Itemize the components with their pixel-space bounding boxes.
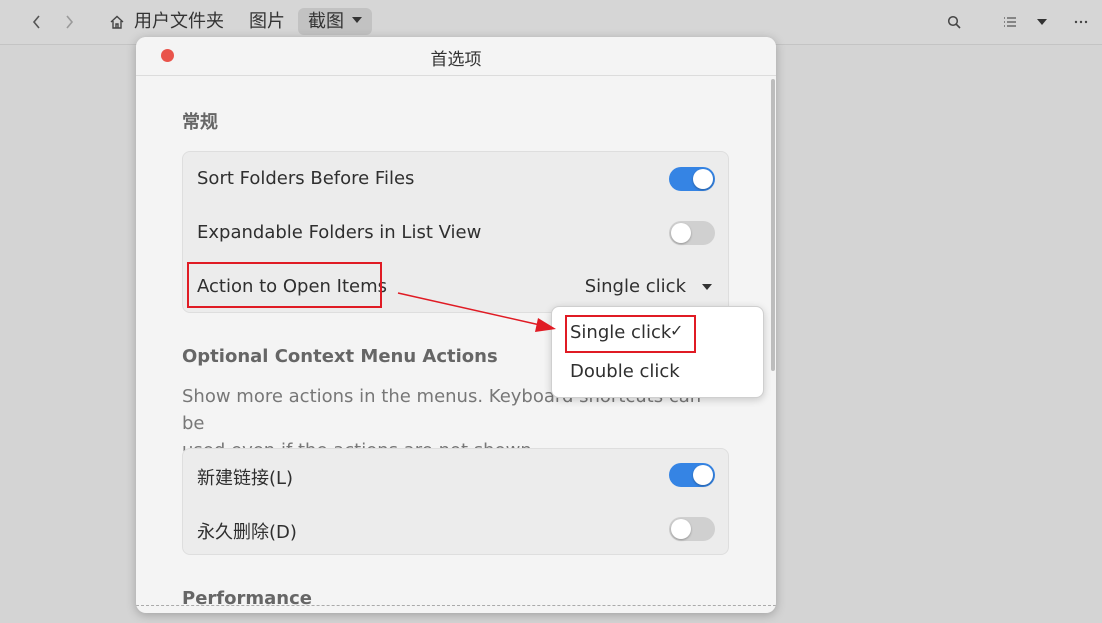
open-action-dropdown[interactable]: Single click — [585, 276, 686, 297]
breadcrumb-screenshots-label: 截图 — [308, 11, 344, 32]
permanent-delete-toggle[interactable] — [669, 517, 715, 541]
breadcrumb-home[interactable]: 用户文件夹 — [134, 8, 224, 35]
back-button[interactable] — [26, 11, 48, 33]
context-menu-section-title: Optional Context Menu Actions — [182, 346, 498, 367]
home-icon — [110, 15, 124, 29]
option-double-click[interactable]: Double click — [570, 361, 680, 382]
forward-button[interactable] — [58, 11, 80, 33]
highlight-open-action-label — [187, 262, 382, 308]
more-icon — [1074, 20, 1088, 24]
new-link-label: 新建链接(L) — [197, 468, 294, 489]
highlight-single-click-option — [565, 315, 696, 353]
chevron-down-icon — [1037, 19, 1047, 25]
more-menu-button[interactable] — [1070, 11, 1092, 33]
sort-folders-label: Sort Folders Before Files — [197, 168, 415, 189]
toggle-knob — [671, 223, 691, 243]
dialog-header: 首选项 — [136, 37, 776, 76]
view-menu-button[interactable] — [1031, 11, 1053, 33]
permanent-delete-label: 永久删除(D) — [197, 522, 297, 543]
chevron-left-icon — [32, 15, 40, 29]
scrollbar[interactable] — [771, 79, 775, 371]
home-button[interactable] — [106, 11, 128, 33]
toggle-knob — [671, 519, 691, 539]
search-icon — [947, 15, 961, 29]
chevron-down-icon — [352, 17, 362, 23]
view-toggle-button[interactable] — [999, 11, 1021, 33]
dialog-title: 首选项 — [430, 50, 482, 70]
search-button[interactable] — [943, 11, 965, 33]
expandable-folders-label: Expandable Folders in List View — [197, 222, 482, 243]
toggle-knob — [693, 169, 713, 189]
general-section-title: 常规 — [182, 112, 218, 133]
chevron-right-icon — [66, 15, 74, 29]
sort-folders-toggle[interactable] — [669, 167, 715, 191]
chevron-down-icon[interactable] — [702, 284, 712, 290]
new-link-toggle[interactable] — [669, 463, 715, 487]
dialog-bottom-edge — [136, 605, 776, 606]
expandable-folders-toggle[interactable] — [669, 221, 715, 245]
context-menu-card: 新建链接(L) 永久删除(D) — [182, 448, 729, 555]
breadcrumb-pictures[interactable]: 图片 — [249, 8, 285, 35]
toggle-knob — [693, 465, 713, 485]
breadcrumb-screenshots[interactable]: 截图 — [298, 8, 372, 35]
list-view-icon — [1004, 17, 1016, 27]
